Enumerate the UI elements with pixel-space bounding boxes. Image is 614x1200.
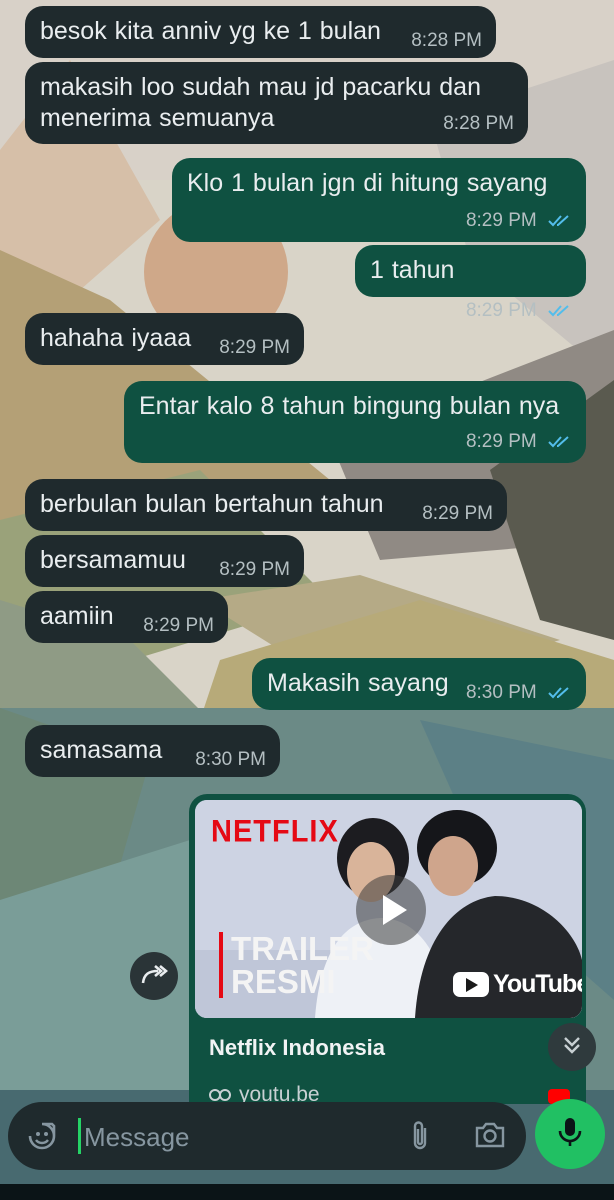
message-time: 8:29 PM: [219, 559, 290, 580]
message-text: 1 tahun: [370, 256, 455, 284]
message-time: 8:29 PM: [143, 615, 214, 636]
message-input[interactable]: [82, 1112, 396, 1162]
trailer-caption: TRAILER RESMI: [219, 932, 374, 998]
link-url: youtu.be: [239, 1083, 320, 1104]
message-time: 8:29 PM: [422, 503, 493, 524]
link-preview-card[interactable]: NETFLIX TRAILER RESMI YouTube Netflix In…: [189, 794, 586, 1104]
message-time: 8:29 PM: [465, 431, 537, 452]
forward-icon: [140, 963, 169, 990]
message-bubble-incoming[interactable]: bersamamuu 8:29 PM: [25, 535, 304, 587]
message-meta: 8:30 PM: [466, 683, 572, 704]
message-bubble-incoming[interactable]: hahaha iyaaa 8:29 PM: [25, 313, 304, 365]
mic-button[interactable]: [535, 1099, 605, 1169]
youtube-watermark: YouTube: [453, 970, 582, 999]
message-bubble-incoming[interactable]: berbulan bulan bertahun tahun 8:29 PM: [25, 479, 507, 531]
message-text: aamiin: [40, 602, 114, 630]
message-text: samasama: [40, 736, 163, 764]
link-url-row[interactable]: youtu.be: [209, 1083, 580, 1104]
message-time: 8:28 PM: [411, 30, 482, 51]
message-text: Entar kalo 8 tahun bingung bulan nya: [139, 392, 560, 420]
scroll-to-bottom-button[interactable]: [548, 1023, 596, 1071]
message-bubble-incoming[interactable]: besok kita anniv yg ke 1 bulan 8:28 PM: [25, 6, 496, 58]
message-bubble-incoming[interactable]: samasama 8:30 PM: [25, 725, 280, 777]
message-time: 8:30 PM: [195, 749, 266, 770]
netflix-logo: NETFLIX: [211, 814, 339, 850]
link-title: Netflix Indonesia: [209, 1035, 386, 1060]
link-icon: [209, 1088, 231, 1102]
system-navigation-bar: [0, 1184, 614, 1200]
youtube-label: YouTube: [493, 970, 582, 998]
message-meta: 8:29 PM: [187, 211, 572, 232]
message-bubble-outgoing[interactable]: Klo 1 bulan jgn di hitung sayang 8:29 PM: [172, 158, 586, 242]
double-check-icon: [548, 434, 572, 453]
message-bubble-outgoing[interactable]: 1 tahun 8:29 PM: [355, 245, 586, 320]
message-time: 8:30 PM: [465, 682, 537, 703]
trailer-line-1: TRAILER: [231, 930, 374, 967]
message-time: 8:29 PM: [465, 210, 537, 231]
message-composer: [8, 1102, 526, 1170]
sticker-icon[interactable]: [26, 1120, 58, 1157]
message-text: hahaha iyaaa: [40, 324, 192, 352]
message-bubble-outgoing[interactable]: Entar kalo 8 tahun bingung bulan nya 8:2…: [124, 381, 586, 463]
trailer-line-2: RESMI: [231, 963, 336, 1000]
double-check-icon: [548, 303, 572, 322]
mic-icon: [557, 1116, 583, 1153]
message-text: Makasih sayang: [267, 669, 449, 697]
youtube-icon: [453, 972, 489, 997]
message-text: berbulan bulan bertahun tahun: [40, 490, 384, 518]
paperclip-icon[interactable]: [408, 1119, 432, 1158]
message-text: bersamamuu: [40, 546, 186, 574]
chat-area[interactable]: besok kita anniv yg ke 1 bulan 8:28 PM m…: [0, 0, 614, 1200]
text-cursor: [78, 1118, 81, 1154]
forward-button[interactable]: [130, 952, 178, 1000]
video-thumbnail[interactable]: NETFLIX TRAILER RESMI YouTube: [195, 800, 582, 1018]
message-text: besok kita anniv yg ke 1 bulan: [40, 17, 381, 45]
message-bubble-incoming[interactable]: makasih loo sudah mau jd pacarku dan men…: [25, 62, 528, 144]
message-time: 8:29 PM: [465, 300, 537, 321]
message-meta: 8:29 PM: [139, 432, 572, 453]
message-bubble-outgoing[interactable]: Makasih sayang 8:30 PM: [252, 658, 586, 710]
message-bubble-incoming[interactable]: aamiin 8:29 PM: [25, 591, 228, 643]
message-time: 8:29 PM: [219, 337, 290, 358]
message-text: Klo 1 bulan jgn di hitung sayang: [187, 169, 548, 197]
camera-icon[interactable]: [474, 1121, 506, 1154]
double-check-icon: [548, 685, 572, 704]
double-chevron-down-icon: [561, 1034, 583, 1061]
double-check-icon: [548, 213, 572, 232]
message-meta: 8:29 PM: [466, 301, 572, 322]
